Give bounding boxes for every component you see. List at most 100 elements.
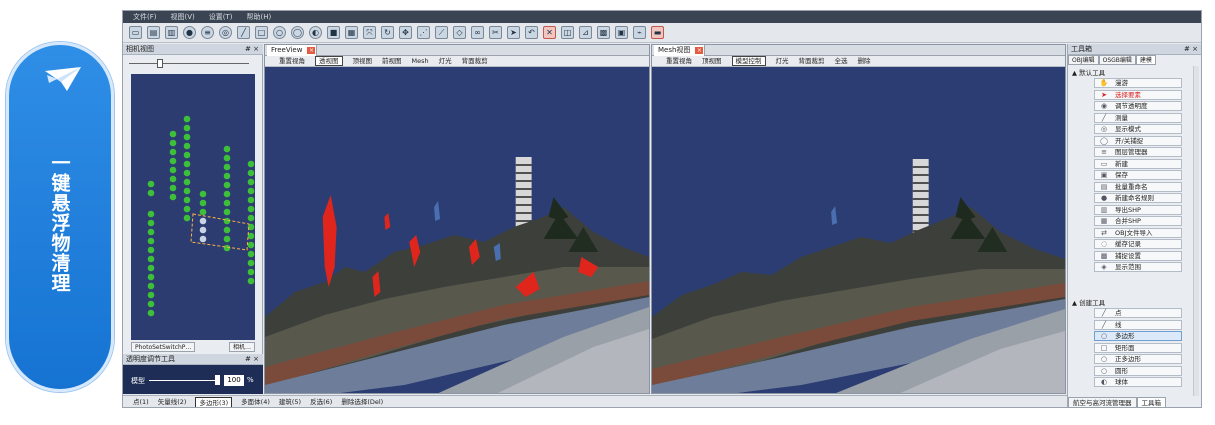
camera-point[interactable]	[147, 291, 155, 299]
tool-point[interactable]: ╱ 点	[1094, 308, 1182, 318]
camera-point[interactable]	[247, 241, 255, 249]
status-delete-selection[interactable]: 删除选择(Del)	[341, 396, 383, 407]
camera-point[interactable]	[169, 166, 177, 174]
camera-point[interactable]	[169, 139, 177, 147]
camera-point[interactable]	[147, 246, 155, 254]
clean-float-icon[interactable]: ▬	[651, 26, 664, 39]
undo-icon[interactable]: ↶	[525, 26, 538, 39]
camera-point[interactable]	[183, 160, 191, 168]
tool-layers[interactable]: ≡ 图层管理器	[1094, 147, 1182, 157]
menu-settings[interactable]: 设置(T)	[209, 11, 233, 23]
camera-point[interactable]	[223, 217, 231, 225]
free-view-scene[interactable]	[265, 67, 649, 394]
tool-sphere[interactable]: ◐ 球体	[1094, 377, 1182, 387]
close-icon[interactable]: ×	[695, 47, 704, 54]
tab-osgb-edit[interactable]: OSGB编辑	[1098, 55, 1136, 65]
camera-point[interactable]	[169, 193, 177, 201]
tool-circle[interactable]: ○ 圆形	[1094, 365, 1182, 376]
camera-point[interactable]	[183, 205, 191, 213]
menu-model-control[interactable]: 模型控制	[731, 56, 766, 66]
transparency-slider-knob[interactable]	[215, 375, 220, 385]
tool-import[interactable]: ⇄ OBJ文件导入	[1094, 227, 1182, 238]
building-icon[interactable]: ▥	[165, 26, 178, 39]
tool-export[interactable]: ▥ 导出SHP	[1094, 204, 1182, 215]
cut-icon[interactable]: ✂	[489, 26, 502, 39]
camera-point[interactable]	[223, 235, 231, 243]
status-vector-line[interactable]: 矢量线(2)	[158, 396, 187, 407]
camera-point[interactable]	[199, 208, 207, 216]
image-icon[interactable]: ▤	[147, 26, 160, 39]
camera-point[interactable]	[147, 300, 155, 308]
camera-point[interactable]	[147, 273, 155, 281]
menu-backface-cull[interactable]: 背面裁剪	[462, 56, 488, 66]
tool-merge[interactable]: ▦ 合并SHP	[1094, 216, 1182, 226]
tool-cursor[interactable]: ➤ 选择要素	[1094, 89, 1182, 100]
circle-tool-icon[interactable]: ○	[273, 26, 286, 39]
expand-icon[interactable]: ⤧	[363, 26, 376, 39]
camera-point[interactable]	[183, 151, 191, 159]
tab-camera[interactable]: 相机…	[228, 342, 255, 352]
ellipse-tool-icon[interactable]: ◯	[291, 26, 304, 39]
tool-history[interactable]: ◌ 缓存记录	[1094, 239, 1182, 249]
split-view-icon[interactable]: ◫	[561, 26, 574, 39]
panel-pin-close-icon[interactable]: # ×	[245, 44, 259, 55]
menu-file[interactable]: 文件(F)	[133, 11, 157, 23]
camera-point[interactable]	[199, 235, 207, 243]
camera-point[interactable]	[223, 172, 231, 180]
link-icon[interactable]: ∞	[471, 26, 484, 39]
status-invert[interactable]: 反选(6)	[310, 396, 332, 407]
open-folder-icon[interactable]: ▭	[129, 26, 142, 39]
camera-point[interactable]	[147, 228, 155, 236]
camera-point[interactable]	[147, 237, 155, 245]
camera-point[interactable]	[147, 309, 155, 317]
transparency-value-input[interactable]: 100	[224, 375, 244, 386]
camera-point[interactable]	[247, 196, 255, 204]
camera-point[interactable]	[169, 184, 177, 192]
tool-palette[interactable]: ◉ 调节透明度	[1094, 101, 1182, 111]
camera-point[interactable]	[183, 133, 191, 141]
camera-point[interactable]	[223, 226, 231, 234]
tab-photoset-switch[interactable]: PhotoSetSwitchP…	[131, 342, 196, 352]
menu-delete[interactable]: 删除	[858, 56, 871, 66]
camera-point[interactable]	[147, 189, 155, 197]
tool-save[interactable]: ▣ 保存	[1094, 170, 1182, 180]
camera-point[interactable]	[247, 250, 255, 258]
tool-ruler[interactable]: ╱ 测量	[1094, 112, 1182, 123]
camera-point[interactable]	[223, 208, 231, 216]
status-point[interactable]: 点(1)	[133, 396, 149, 407]
status-polygon[interactable]: 多边形(3)	[195, 397, 233, 407]
transparency-slider-track[interactable]	[149, 380, 219, 381]
camera-point[interactable]	[223, 244, 231, 252]
camera-point[interactable]	[247, 214, 255, 222]
line-tool-icon[interactable]: ╱	[237, 26, 250, 39]
photo-icon[interactable]: ▣	[615, 26, 628, 39]
camera-point[interactable]	[147, 264, 155, 272]
status-building[interactable]: 建筑(5)	[279, 396, 301, 407]
camera-point[interactable]	[247, 277, 255, 285]
delete-icon[interactable]: ✕	[543, 26, 556, 39]
camera-point[interactable]	[183, 115, 191, 123]
camera-icon[interactable]: ◎	[219, 26, 232, 39]
tool-rectangle[interactable]: □ 矩形面	[1094, 342, 1182, 353]
tab-flight-manager[interactable]: 航空与高河流管理器	[1068, 397, 1137, 407]
camera-point-view[interactable]	[131, 74, 255, 340]
menu-top-view[interactable]: 顶视图	[702, 56, 722, 66]
camera-point[interactable]	[199, 190, 207, 198]
panel-pin-close-icon[interactable]: # ×	[245, 354, 259, 365]
camera-point[interactable]	[183, 124, 191, 132]
tool-line[interactable]: ╱ 线	[1094, 319, 1182, 330]
tool-new-file[interactable]: ▭ 新建	[1094, 158, 1182, 169]
menu-select-all[interactable]: 全选	[835, 56, 848, 66]
camera-point[interactable]	[223, 190, 231, 198]
camera-point[interactable]	[199, 217, 207, 225]
camera-point[interactable]	[223, 199, 231, 207]
camera-point[interactable]	[147, 180, 155, 188]
menu-help[interactable]: 帮助(H)	[247, 11, 272, 23]
globe-icon[interactable]: ●	[183, 26, 196, 39]
camera-point[interactable]	[183, 187, 191, 195]
camera-point[interactable]	[169, 175, 177, 183]
camera-point[interactable]	[183, 196, 191, 204]
group-default-tools[interactable]: ▲ 默认工具	[1072, 67, 1105, 77]
menu-mesh[interactable]: Mesh	[412, 56, 429, 66]
camera-point[interactable]	[169, 130, 177, 138]
